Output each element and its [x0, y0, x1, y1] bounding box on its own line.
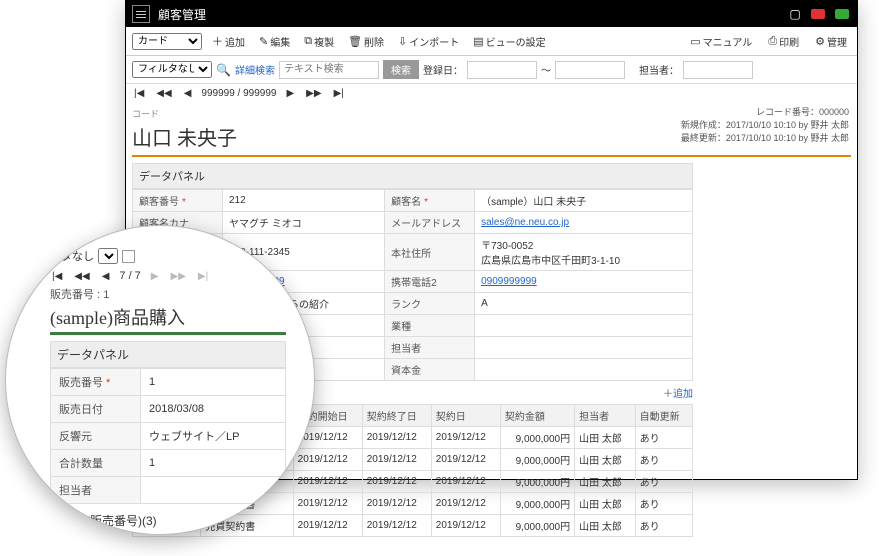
email-link[interactable]: sales@ne.neu.co.jp [481, 217, 569, 228]
regdate-from-input[interactable] [467, 61, 537, 79]
app-title: 顧客管理 [158, 6, 206, 23]
required-icon: * [182, 197, 186, 208]
topbar: 顧客管理 ▢ [126, 1, 857, 27]
zoom-detail-table: 販売番号*1 販売日付2018/03/08 反響元ウェブサイト／LP 合計数量1… [50, 368, 286, 504]
pager-next-icon[interactable]: ▶ [149, 271, 161, 282]
record-meta: レコード番号：000000 新規作成：2017/10/10 10:10 by 野… [681, 105, 849, 144]
side-panel [701, 163, 851, 537]
detail-search-link[interactable]: 詳細検索 [235, 62, 275, 77]
plus-icon: ＋ [212, 33, 223, 49]
zoom-filter-select[interactable] [98, 248, 118, 264]
filterbar: フィルタなし 🔍 詳細検索 検索 登録日： ～ 担当者： [126, 56, 857, 84]
zoom-panel-title: データパネル [50, 341, 286, 368]
pager-counter: 999999 / 999999 [201, 88, 276, 99]
topbar-right: ▢ [787, 6, 851, 22]
pager-prev-icon[interactable]: ◀ [182, 88, 194, 99]
admin-button[interactable]: ⚙管理 [811, 32, 851, 51]
regdate-label: 登録日： [423, 62, 463, 77]
task-icon[interactable] [833, 7, 851, 21]
print-icon: ⎙ [768, 35, 777, 48]
zoom-square-icon[interactable] [122, 250, 135, 263]
zoom-lens: ルタなし |◀ ◀◀ ◀ 7 / 7 ▶ ▶▶ ▶| 販売番号 : 1 (sam… [5, 225, 315, 535]
panel-title: データパネル [132, 163, 693, 189]
pager-fastback-icon[interactable]: ◀◀ [154, 88, 173, 99]
import-button[interactable]: ⇩インポート [394, 32, 463, 51]
menu-icon[interactable] [132, 5, 150, 23]
pencil-icon: ✎ [259, 35, 268, 48]
view-setting-button[interactable]: ▤ビューの設定 [469, 32, 549, 51]
pager-fastfwd-icon[interactable]: ▶▶ [169, 271, 188, 282]
assignee-input[interactable] [683, 61, 753, 79]
delete-button[interactable]: 🗑削除 [344, 32, 388, 51]
manual-button[interactable]: ▭マニュアル [686, 32, 756, 51]
pager-prev-icon[interactable]: ◀ [100, 271, 112, 282]
grid-add-link[interactable]: 追加 [673, 389, 693, 400]
pager-next-icon[interactable]: ▶ [284, 88, 296, 99]
toolbar: カード ＋追加 ✎編集 ⧉複製 🗑削除 ⇩インポート ▤ビューの設定 ▭マニュア… [126, 27, 857, 56]
toolbar-right: ▭マニュアル ⎙印刷 ⚙管理 [686, 32, 851, 51]
regdate-to-input[interactable] [555, 61, 625, 79]
pager-last-icon[interactable]: ▶| [332, 88, 346, 99]
divider [132, 155, 851, 157]
zoom-pager: |◀ ◀◀ ◀ 7 / 7 ▶ ▶▶ ▶| [50, 268, 286, 284]
copy-button[interactable]: ⧉複製 [300, 32, 338, 51]
zoom-title: (sample)商品購入 [50, 304, 286, 330]
required-icon: * [424, 197, 428, 208]
pager-fastfwd-icon[interactable]: ▶▶ [304, 88, 323, 99]
add-button[interactable]: ＋追加 [208, 31, 249, 51]
zoom-divider [50, 332, 286, 335]
mobile2-link[interactable]: 0909999999 [481, 276, 537, 287]
assignee-label: 担当者： [639, 62, 679, 77]
pager-first-icon[interactable]: |◀ [132, 88, 146, 99]
gear-icon: ⚙ [815, 35, 825, 48]
window-icon[interactable]: ▢ [787, 6, 803, 22]
filter-select[interactable]: フィルタなし [132, 61, 212, 78]
tilde: ～ [541, 62, 551, 77]
copy-icon: ⧉ [304, 35, 312, 48]
book-icon: ▭ [690, 35, 700, 48]
plus-icon: ＋ [663, 389, 673, 400]
edit-button[interactable]: ✎編集 [255, 32, 294, 51]
import-icon: ⇩ [398, 35, 407, 48]
grid-icon: ▤ [473, 35, 483, 48]
search-icon[interactable]: 🔍 [216, 63, 231, 77]
required-icon: * [106, 377, 110, 389]
pager: |◀ ◀◀ ◀ 999999 / 999999 ▶ ▶▶ ▶| [126, 84, 857, 103]
view-select[interactable]: カード [132, 33, 202, 50]
pager-first-icon[interactable]: |◀ [50, 271, 64, 282]
search-button[interactable]: 検索 [383, 60, 419, 79]
zoom-pager-counter: 7 / 7 [119, 270, 140, 282]
pager-fastback-icon[interactable]: ◀◀ [72, 271, 91, 282]
pager-last-icon[interactable]: ▶| [196, 271, 210, 282]
notification-icon[interactable] [809, 7, 827, 21]
print-button[interactable]: ⎙印刷 [764, 32, 803, 51]
trash-icon: 🗑 [348, 35, 362, 48]
text-search-input[interactable] [279, 61, 379, 79]
